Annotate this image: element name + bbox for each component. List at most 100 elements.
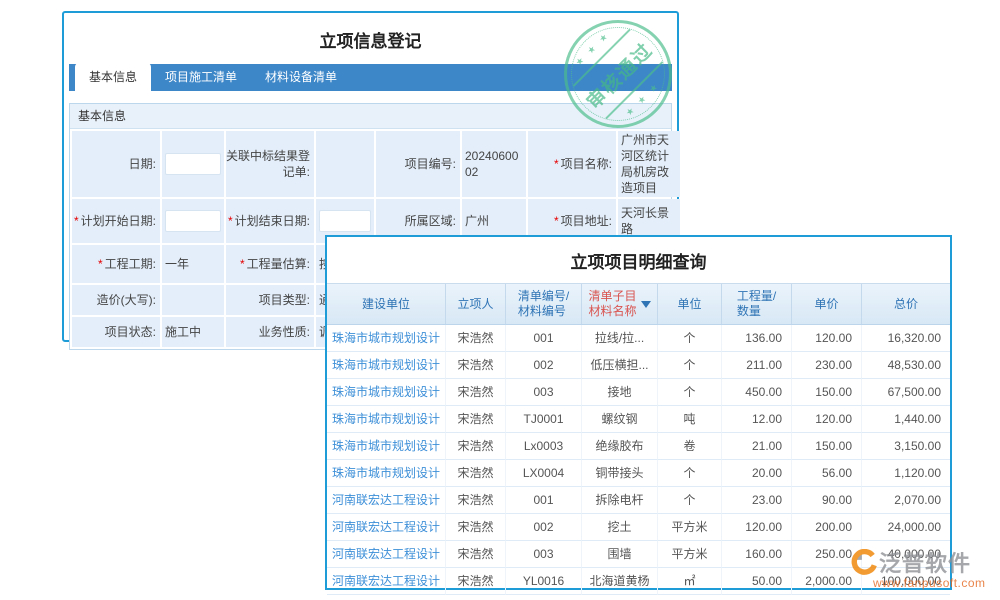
tab-2[interactable]: 材料设备清单 <box>251 63 351 91</box>
table-row: 河南联宏达工程设计宋浩然003围墙平方米160.00250.0040,000.0… <box>327 541 950 568</box>
table-cell: 250.00 <box>792 541 862 568</box>
table-cell: 宋浩然 <box>446 514 506 541</box>
company-link-cell[interactable]: 河南联宏达工程设计 <box>327 541 446 568</box>
company-link-cell[interactable]: 河南联宏达工程设计 <box>327 514 446 541</box>
form-label-cell: 日期: <box>72 131 160 197</box>
table-row: 河南联宏达工程设计宋浩然001拆除电杆个23.0090.002,070.00 <box>327 487 950 514</box>
table-cell: 拆除电杆 <box>582 487 658 514</box>
sort-desc-icon[interactable] <box>641 301 651 308</box>
column-header-2[interactable]: 清单编号/材料编号 <box>506 284 582 324</box>
table-cell: 211.00 <box>722 352 792 379</box>
table-cell: 48,530.00 <box>862 352 950 379</box>
table-cell: 宋浩然 <box>446 433 506 460</box>
register-tabbar: 基本信息项目施工清单材料设备清单 <box>69 64 672 91</box>
form-value-cell: 施工中 <box>162 317 224 347</box>
table-cell: 个 <box>658 460 722 487</box>
table-cell: 宋浩然 <box>446 460 506 487</box>
table-cell: 16,320.00 <box>862 325 950 352</box>
company-link-cell[interactable]: 河南联宏达工程设计 <box>327 487 446 514</box>
form-label-cell: 关联中标结果登记单: <box>226 131 314 197</box>
日期-input[interactable] <box>165 153 221 175</box>
query-window: 立项项目明细查询 建设单位立项人清单编号/材料编号清单子目材料名称单位工程量/数… <box>325 235 952 590</box>
company-link-cell[interactable]: 珠海市城市规划设计 <box>327 379 446 406</box>
column-header-4[interactable]: 单位 <box>658 284 722 324</box>
table-cell: 北海道黄杨 <box>582 568 658 595</box>
register-window-title: 立项信息登记 <box>64 13 677 64</box>
tab-1[interactable]: 项目施工清单 <box>151 63 251 91</box>
form-value-cell <box>162 285 224 315</box>
table-cell: 宋浩然 <box>446 352 506 379</box>
column-header-7[interactable]: 总价 <box>862 284 950 324</box>
table-cell: 12.00 <box>722 406 792 433</box>
table-cell: 平方米 <box>658 541 722 568</box>
table-cell: 56.00 <box>792 460 862 487</box>
company-link-cell[interactable]: 珠海市城市规划设计 <box>327 406 446 433</box>
form-label-cell: *工程量估算: <box>226 245 314 283</box>
table-cell: 平方米 <box>658 514 722 541</box>
table-row: 珠海市城市规划设计宋浩然002低压横担...个211.00230.0048,53… <box>327 352 950 379</box>
company-link-cell[interactable]: 河南联宏达工程设计 <box>327 568 446 595</box>
table-cell: 150.00 <box>792 433 862 460</box>
column-header-5[interactable]: 工程量/数量 <box>722 284 792 324</box>
table-cell: 20.00 <box>722 460 792 487</box>
table-cell: 001 <box>506 487 582 514</box>
table-cell: 宋浩然 <box>446 325 506 352</box>
table-cell: 1,120.00 <box>862 460 950 487</box>
company-link-cell[interactable]: 珠海市城市规划设计 <box>327 433 446 460</box>
form-label-cell: *项目名称: <box>528 131 616 197</box>
table-cell: 003 <box>506 379 582 406</box>
计划开始日期-input[interactable] <box>165 210 221 232</box>
table-cell: 003 <box>506 541 582 568</box>
table-cell: 铜带接头 <box>582 460 658 487</box>
column-header-6[interactable]: 单价 <box>792 284 862 324</box>
column-header-0[interactable]: 建设单位 <box>327 284 446 324</box>
table-row: 珠海市城市规划设计宋浩然Lx0003绝缘胶布卷21.00150.003,150.… <box>327 433 950 460</box>
tab-0[interactable]: 基本信息 <box>75 63 151 91</box>
table-cell: 100,000.00 <box>862 568 950 595</box>
form-value-cell: 广州市天河区统计局机房改造项目 <box>618 131 680 197</box>
form-label-cell: *计划开始日期: <box>72 199 160 243</box>
table-cell: 个 <box>658 325 722 352</box>
table-cell: 接地 <box>582 379 658 406</box>
table-cell: 200.00 <box>792 514 862 541</box>
table-cell: 个 <box>658 352 722 379</box>
table-header-row: 建设单位立项人清单编号/材料编号清单子目材料名称单位工程量/数量单价总价 <box>327 283 950 325</box>
column-header-1[interactable]: 立项人 <box>446 284 506 324</box>
form-label-cell: *计划结束日期: <box>226 199 314 243</box>
table-cell: ㎡ <box>658 568 722 595</box>
table-cell: 个 <box>658 379 722 406</box>
table-cell: 宋浩然 <box>446 406 506 433</box>
计划结束日期-input[interactable] <box>319 210 371 232</box>
column-header-3[interactable]: 清单子目材料名称 <box>582 284 658 324</box>
table-cell: 50.00 <box>722 568 792 595</box>
table-cell: 螺纹钢 <box>582 406 658 433</box>
detail-table: 建设单位立项人清单编号/材料编号清单子目材料名称单位工程量/数量单价总价 珠海市… <box>327 283 950 595</box>
table-cell: 挖土 <box>582 514 658 541</box>
table-cell: 450.00 <box>722 379 792 406</box>
table-row: 河南联宏达工程设计宋浩然YL0016北海道黄杨㎡50.002,000.00100… <box>327 568 950 595</box>
table-cell: 个 <box>658 487 722 514</box>
table-cell: YL0016 <box>506 568 582 595</box>
table-cell: 90.00 <box>792 487 862 514</box>
company-link-cell[interactable]: 珠海市城市规划设计 <box>327 460 446 487</box>
table-cell: Lx0003 <box>506 433 582 460</box>
table-cell: 150.00 <box>792 379 862 406</box>
table-cell: 23.00 <box>722 487 792 514</box>
table-cell: 67,500.00 <box>862 379 950 406</box>
company-link-cell[interactable]: 珠海市城市规划设计 <box>327 352 446 379</box>
table-cell: 低压横担... <box>582 352 658 379</box>
table-cell: LX0004 <box>506 460 582 487</box>
company-link-cell[interactable]: 珠海市城市规划设计 <box>327 325 446 352</box>
form-value-cell <box>162 131 224 197</box>
table-row: 珠海市城市规划设计宋浩然003接地个450.00150.0067,500.00 <box>327 379 950 406</box>
form-value-cell <box>162 199 224 243</box>
table-cell: 21.00 <box>722 433 792 460</box>
table-cell: 吨 <box>658 406 722 433</box>
table-cell: 拉线/拉... <box>582 325 658 352</box>
basic-info-section-title: 基本信息 <box>70 104 671 129</box>
table-cell: 2,070.00 <box>862 487 950 514</box>
table-cell: 120.00 <box>792 406 862 433</box>
table-cell: TJ0001 <box>506 406 582 433</box>
table-cell: 001 <box>506 325 582 352</box>
form-label-cell: 造价(大写): <box>72 285 160 315</box>
